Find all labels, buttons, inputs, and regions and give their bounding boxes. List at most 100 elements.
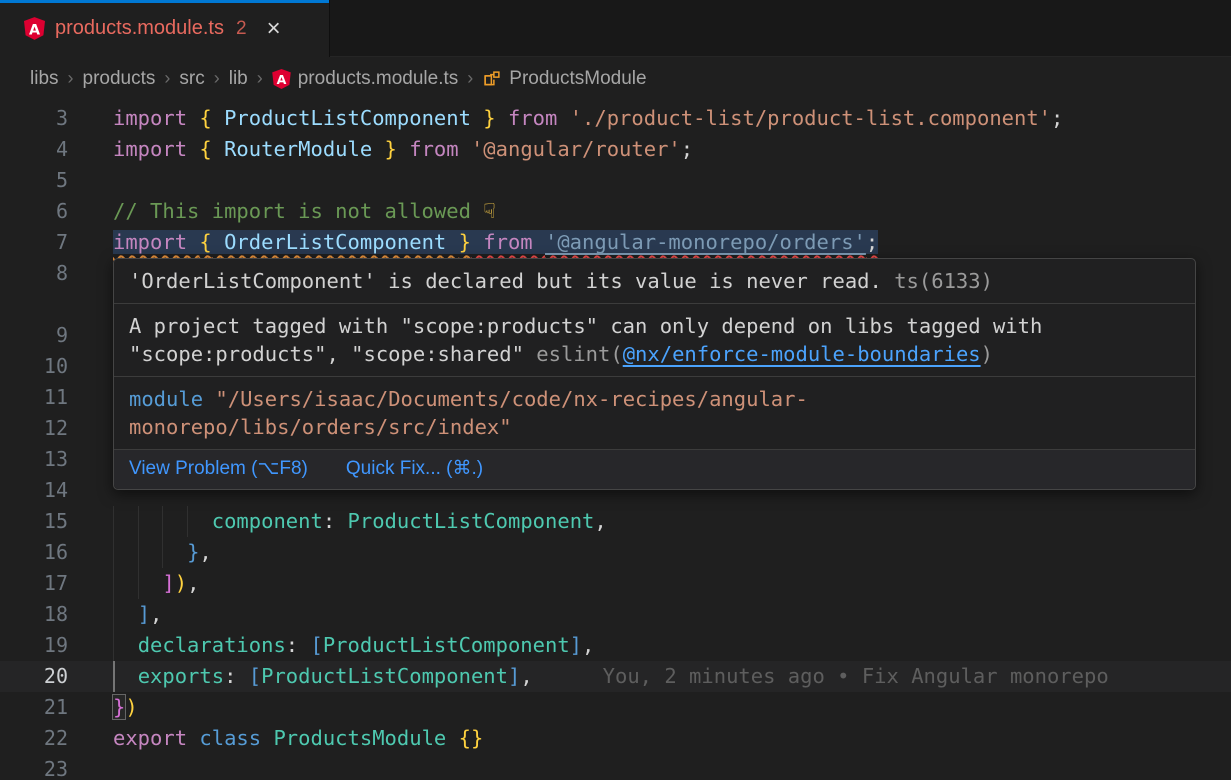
line-number[interactable]: 5 — [0, 165, 68, 196]
code-token: exports — [138, 664, 224, 688]
indent-guide — [113, 599, 114, 630]
breadcrumb-item-lib[interactable]: lib — [229, 68, 248, 90]
code-token: , — [582, 633, 594, 657]
angular-icon: A — [272, 69, 291, 89]
breadcrumb-item-symbol[interactable]: ProductsModule — [482, 68, 646, 90]
code-content: }, — [68, 537, 1231, 568]
hover-ts-diagnostic: 'OrderListComponent' is declared but its… — [114, 259, 1195, 303]
view-problem-button[interactable]: View Problem (⌥F8) — [129, 457, 308, 481]
line-number[interactable]: 9 — [0, 320, 68, 351]
code-token: ) — [125, 695, 137, 719]
breadcrumb-separator: › — [68, 68, 74, 89]
code-line[interactable]: 19 declarations: [ProductListComponent], — [0, 630, 1231, 661]
eslint-rule-link[interactable]: @nx/enforce-module-boundaries — [623, 342, 981, 366]
line-number[interactable]: 21 — [0, 692, 68, 723]
code-line[interactable]: 4import { RouterModule } from '@angular/… — [0, 134, 1231, 165]
breadcrumb-item-src[interactable]: src — [179, 68, 204, 90]
svg-text:A: A — [29, 22, 40, 38]
line-number[interactable]: 3 — [0, 103, 68, 134]
indent-guide — [138, 537, 139, 568]
code-line[interactable]: 7 import { OrderListComponent } from '@an… — [0, 227, 1231, 258]
code-token: ; — [681, 137, 693, 161]
line-number[interactable]: 16 — [0, 537, 68, 568]
code-line[interactable]: 5 — [0, 165, 1231, 196]
tab-bar: A products.module.ts 2 × — [0, 0, 1231, 57]
line-number[interactable]: 12 — [0, 413, 68, 444]
code-line[interactable]: 6// This import is not allowed ☟ — [0, 196, 1231, 227]
line-number[interactable]: 11 — [0, 382, 68, 413]
code-line[interactable]: 21}) — [0, 692, 1231, 723]
code-token: ProductListComponent — [261, 664, 508, 688]
code-token: [ — [249, 664, 261, 688]
code-content: }) — [68, 692, 1231, 723]
code-line[interactable]: 22export class ProductsModule {} — [0, 723, 1231, 754]
code-line[interactable]: 16 }, — [0, 537, 1231, 568]
code-token: declarations — [138, 633, 286, 657]
code-token: component — [212, 509, 323, 533]
code-token: // This import is not allowed — [113, 199, 483, 223]
line-number[interactable]: 7 — [0, 227, 68, 258]
quick-fix-button[interactable]: Quick Fix... (⌘.) — [346, 457, 483, 481]
tab-problem-count-badge: 2 — [236, 18, 247, 40]
line-number[interactable]: 14 — [0, 475, 68, 506]
code-token — [113, 633, 138, 657]
breadcrumb-item-libs[interactable]: libs — [30, 68, 59, 90]
code-token — [113, 540, 187, 564]
code-token: , — [187, 571, 199, 595]
line-number[interactable]: 15 — [0, 506, 68, 537]
diagnostics-hover-popup: 'OrderListComponent' is declared but its… — [113, 258, 1196, 490]
code-token: { — [199, 137, 211, 161]
code-token: ProductsModule — [273, 726, 458, 750]
code-content: import { OrderListComponent } from '@ang… — [68, 227, 1231, 258]
line-number[interactable]: 20 — [0, 661, 68, 692]
line-number[interactable]: 6 — [0, 196, 68, 227]
code-content: declarations: [ProductListComponent], — [68, 630, 1231, 661]
code-content: exports: [ProductListComponent],You, 2 m… — [68, 661, 1231, 692]
breadcrumb-separator: › — [164, 68, 170, 89]
line-number[interactable] — [0, 289, 68, 320]
code-token: ] — [138, 602, 150, 626]
breadcrumb-item-products[interactable]: products — [83, 68, 156, 90]
tab-products-module[interactable]: A products.module.ts 2 × — [0, 0, 330, 57]
line-number[interactable]: 4 — [0, 134, 68, 165]
code-token: ] — [162, 571, 174, 595]
line-number[interactable]: 8 — [0, 258, 68, 289]
breadcrumb-item-file[interactable]: A products.module.ts — [272, 68, 459, 90]
indent-guide — [138, 506, 139, 537]
line-number[interactable]: 17 — [0, 568, 68, 599]
code-token: {} — [459, 726, 484, 750]
line-number[interactable]: 23 — [0, 754, 68, 780]
close-icon[interactable]: × — [267, 17, 281, 41]
code-token: { — [199, 106, 211, 130]
indent-guide — [162, 506, 163, 537]
code-line[interactable]: 15 component: ProductListComponent, — [0, 506, 1231, 537]
breadcrumb: libs › products › src › lib › A products… — [0, 57, 1231, 100]
line-number[interactable]: 13 — [0, 444, 68, 475]
code-line[interactable]: 17 ]), — [0, 568, 1231, 599]
code-token: from — [471, 230, 545, 254]
indent-guide — [113, 630, 114, 661]
indent-guide — [138, 568, 139, 599]
indent-guide — [113, 506, 114, 537]
git-blame-annotation: You, 2 minutes ago • Fix Angular monorep… — [533, 664, 1109, 688]
code-content: ]), — [68, 568, 1231, 599]
code-token: ; — [1051, 106, 1063, 130]
code-line[interactable]: 23 — [0, 754, 1231, 780]
code-content — [68, 165, 1231, 196]
line-number[interactable]: 22 — [0, 723, 68, 754]
code-line[interactable]: 20 exports: [ProductListComponent],You, … — [0, 661, 1231, 692]
indent-guide — [113, 537, 114, 568]
code-token: from — [496, 106, 570, 130]
error-statement: import { OrderListComponent } from '@ang… — [113, 230, 878, 254]
line-number[interactable]: 19 — [0, 630, 68, 661]
code-line[interactable]: 3import { ProductListComponent } from '.… — [0, 103, 1231, 134]
line-number[interactable]: 10 — [0, 351, 68, 382]
code-token: '@angular/router' — [471, 137, 681, 161]
breadcrumb-separator: › — [214, 68, 220, 89]
line-number[interactable]: 18 — [0, 599, 68, 630]
code-token — [113, 664, 138, 688]
code-content: import { ProductListComponent } from './… — [68, 103, 1231, 134]
indent-guide — [113, 661, 115, 692]
code-line[interactable]: 18 ], — [0, 599, 1231, 630]
code-token: '@angular-monorepo/orders' — [545, 230, 866, 254]
